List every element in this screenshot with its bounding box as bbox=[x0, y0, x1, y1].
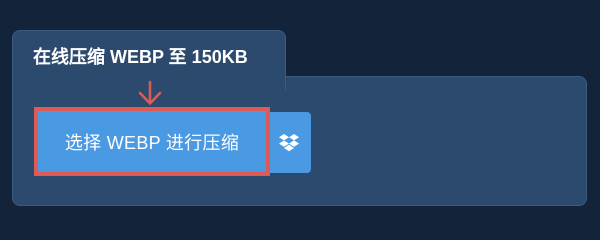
panel-title: 在线压缩 WEBP 至 150KB bbox=[33, 47, 248, 67]
arrow-down-icon bbox=[138, 80, 162, 105]
choose-webp-label: 选择 WEBP 进行压缩 bbox=[64, 132, 240, 153]
dropbox-button[interactable] bbox=[266, 112, 311, 173]
dropbox-icon bbox=[278, 133, 299, 151]
choose-webp-button[interactable]: 选择 WEBP 进行压缩 bbox=[38, 111, 266, 172]
